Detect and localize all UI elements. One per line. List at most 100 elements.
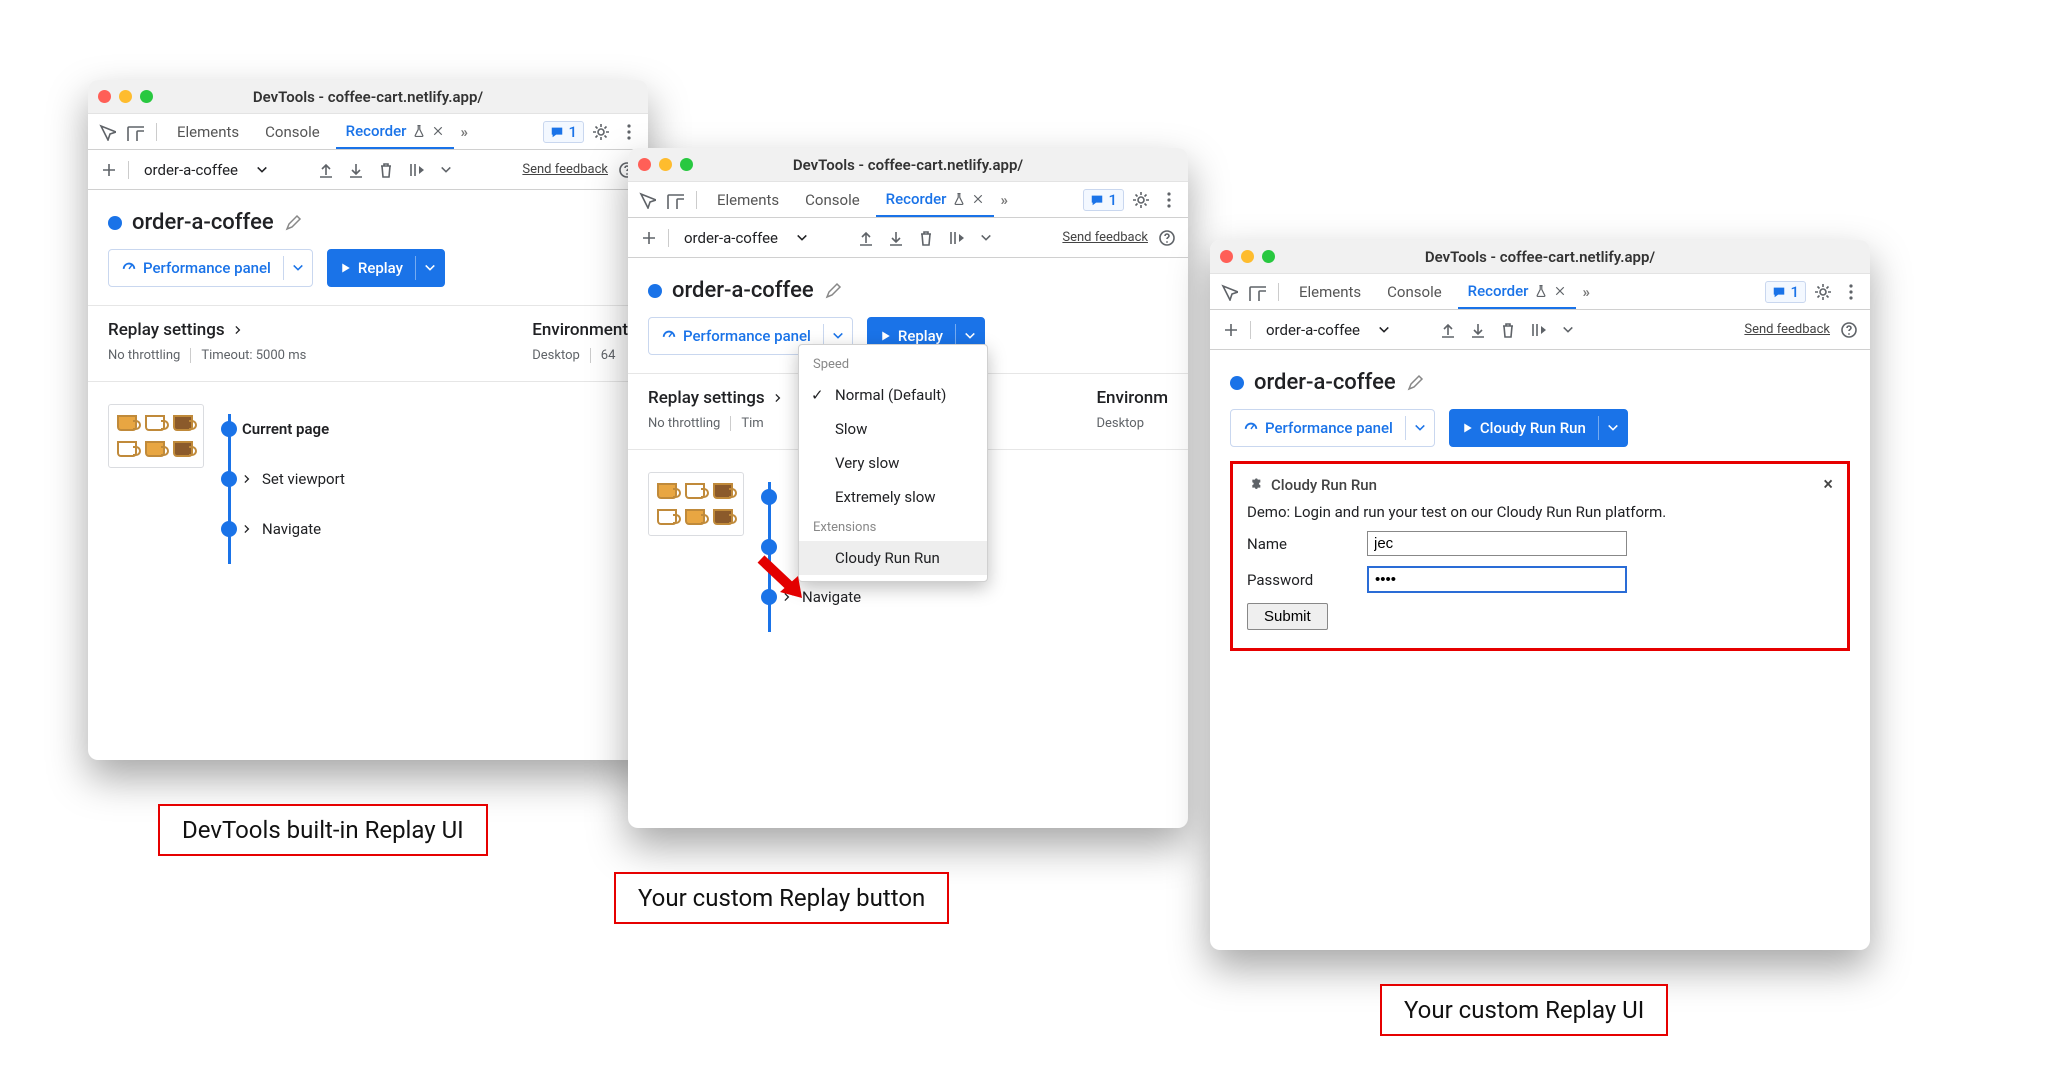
replay-settings-heading[interactable]: Replay settings <box>648 388 783 408</box>
minimize-window-icon[interactable] <box>119 90 132 103</box>
close-window-icon[interactable] <box>98 90 111 103</box>
new-recording-button[interactable] <box>98 159 120 181</box>
export-icon[interactable] <box>1467 319 1489 341</box>
divider <box>1278 283 1279 301</box>
issues-badge[interactable]: 1 <box>543 121 584 143</box>
minimize-window-icon[interactable] <box>1241 250 1254 263</box>
maximize-window-icon[interactable] <box>1262 250 1275 263</box>
recording-selector[interactable]: order-a-coffee <box>1259 316 1429 344</box>
timeout-value: Tim <box>741 416 763 431</box>
more-icon[interactable] <box>1158 189 1180 211</box>
environment-heading: Environment <box>532 320 628 340</box>
inspect-icon[interactable] <box>96 121 118 143</box>
more-tabs-icon[interactable]: » <box>460 123 468 141</box>
new-recording-button[interactable] <box>1220 319 1242 341</box>
inspect-icon[interactable] <box>1218 281 1240 303</box>
tab-elements[interactable]: Elements <box>167 114 249 149</box>
page-thumbnail <box>648 472 744 536</box>
settings-icon[interactable] <box>1130 189 1152 211</box>
speed-option-slow[interactable]: Slow <box>799 412 987 446</box>
chevron-down-icon[interactable] <box>415 256 444 280</box>
maximize-window-icon[interactable] <box>680 158 693 171</box>
chevron-down-icon[interactable] <box>283 256 312 280</box>
step-set-viewport[interactable]: Set viewport <box>242 454 345 504</box>
cloudy-run-button[interactable]: Cloudy Run Run <box>1449 409 1628 447</box>
close-window-icon[interactable] <box>1220 250 1233 263</box>
more-tabs-icon[interactable]: » <box>1582 283 1590 301</box>
new-recording-button[interactable] <box>638 227 660 249</box>
toolbar-chevron-icon[interactable] <box>1557 319 1579 341</box>
more-icon[interactable] <box>1840 281 1862 303</box>
settings-icon[interactable] <box>1812 281 1834 303</box>
tab-console[interactable]: Console <box>255 114 330 149</box>
close-tab-icon[interactable] <box>1554 285 1566 297</box>
edit-icon[interactable] <box>824 282 842 300</box>
tab-recorder[interactable]: Recorder <box>876 182 995 217</box>
step-current-page[interactable]: Current page <box>242 404 345 454</box>
import-icon[interactable] <box>1437 319 1459 341</box>
tab-console[interactable]: Console <box>795 182 870 217</box>
step-navigate[interactable]: Navigate <box>242 504 345 554</box>
submit-button[interactable]: Submit <box>1247 603 1328 630</box>
step-icon[interactable] <box>405 159 427 181</box>
toolbar-chevron-icon[interactable] <box>435 159 457 181</box>
close-tab-icon[interactable] <box>972 193 984 205</box>
more-tabs-icon[interactable]: » <box>1000 191 1008 209</box>
maximize-window-icon[interactable] <box>140 90 153 103</box>
divider <box>668 229 669 247</box>
export-icon[interactable] <box>885 227 907 249</box>
tab-elements[interactable]: Elements <box>707 182 789 217</box>
divider <box>128 161 129 179</box>
tab-console[interactable]: Console <box>1377 274 1452 309</box>
issues-badge[interactable]: 1 <box>1765 281 1806 303</box>
send-feedback-link[interactable]: Send feedback <box>1062 230 1148 245</box>
delete-icon[interactable] <box>1497 319 1519 341</box>
step-dot-icon <box>761 489 777 505</box>
settings-icon[interactable] <box>590 121 612 143</box>
minimize-window-icon[interactable] <box>659 158 672 171</box>
close-tab-icon[interactable] <box>432 125 444 137</box>
performance-panel-button[interactable]: Performance panel <box>108 249 313 287</box>
name-input[interactable] <box>1367 531 1627 556</box>
import-icon[interactable] <box>855 227 877 249</box>
tab-recorder[interactable]: Recorder <box>336 114 455 149</box>
import-icon[interactable] <box>315 159 337 181</box>
chevron-down-icon[interactable] <box>1598 416 1627 440</box>
tab-recorder[interactable]: Recorder <box>1458 274 1577 309</box>
close-icon[interactable]: × <box>1823 474 1833 495</box>
help-icon[interactable] <box>1156 227 1178 249</box>
replay-button[interactable]: Replay <box>327 249 445 287</box>
inspect-icon[interactable] <box>636 189 658 211</box>
recording-selector[interactable]: order-a-coffee <box>677 224 847 252</box>
close-window-icon[interactable] <box>638 158 651 171</box>
device-toggle-icon[interactable] <box>664 189 686 211</box>
devtools-window-b: DevTools - coffee-cart.netlify.app/ Elem… <box>628 148 1188 828</box>
edit-icon[interactable] <box>284 214 302 232</box>
device-toggle-icon[interactable] <box>124 121 146 143</box>
delete-icon[interactable] <box>375 159 397 181</box>
tab-elements[interactable]: Elements <box>1289 274 1371 309</box>
step-current-page[interactable] <box>782 472 861 522</box>
issues-badge[interactable]: 1 <box>1083 189 1124 211</box>
send-feedback-link[interactable]: Send feedback <box>1744 322 1830 337</box>
steps-list: Current page Set viewport Navigate <box>222 404 345 554</box>
export-icon[interactable] <box>345 159 367 181</box>
recording-title: order-a-coffee <box>672 278 814 303</box>
replay-settings-label: Replay settings <box>108 320 225 340</box>
edit-icon[interactable] <box>1406 374 1424 392</box>
send-feedback-link[interactable]: Send feedback <box>522 162 608 177</box>
speed-option-normal[interactable]: Normal (Default) <box>799 378 987 412</box>
recording-selector[interactable]: order-a-coffee <box>137 156 307 184</box>
step-icon[interactable] <box>1527 319 1549 341</box>
replay-settings-heading[interactable]: Replay settings <box>108 320 306 340</box>
more-icon[interactable] <box>618 121 640 143</box>
toolbar-chevron-icon[interactable] <box>975 227 997 249</box>
chevron-down-icon[interactable] <box>1405 416 1434 440</box>
step-icon[interactable] <box>945 227 967 249</box>
password-input[interactable] <box>1367 566 1627 593</box>
delete-icon[interactable] <box>915 227 937 249</box>
performance-panel-button[interactable]: Performance panel <box>1230 409 1435 447</box>
device-toggle-icon[interactable] <box>1246 281 1268 303</box>
help-icon[interactable] <box>1838 319 1860 341</box>
recording-selector-label: order-a-coffee <box>144 161 238 179</box>
